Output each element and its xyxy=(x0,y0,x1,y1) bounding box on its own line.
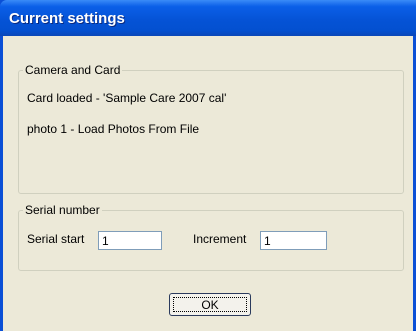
ok-button-label: OK xyxy=(173,297,247,312)
window-title: Current settings xyxy=(9,10,125,27)
title-bar[interactable]: Current settings xyxy=(0,0,416,36)
camera-card-group: Camera and Card Card loaded - 'Sample Ca… xyxy=(18,63,404,194)
camera-card-legend: Camera and Card xyxy=(25,63,121,77)
serial-number-legend: Serial number xyxy=(25,203,100,217)
dialog-body: Camera and Card Card loaded - 'Sample Ca… xyxy=(3,36,413,331)
increment-label: Increment xyxy=(193,232,247,246)
serial-start-input[interactable] xyxy=(98,231,162,250)
ok-button[interactable]: OK xyxy=(169,293,251,316)
dialog-window: Current settings Camera and Card Card lo… xyxy=(0,0,418,331)
serial-number-group: Serial number Serial start Increment xyxy=(18,203,404,271)
increment-input[interactable] xyxy=(260,231,327,250)
serial-start-label: Serial start xyxy=(27,232,85,246)
card-loaded-text: Card loaded - 'Sample Care 2007 cal' xyxy=(27,91,227,105)
photo-status-text: photo 1 - Load Photos From File xyxy=(27,122,200,136)
